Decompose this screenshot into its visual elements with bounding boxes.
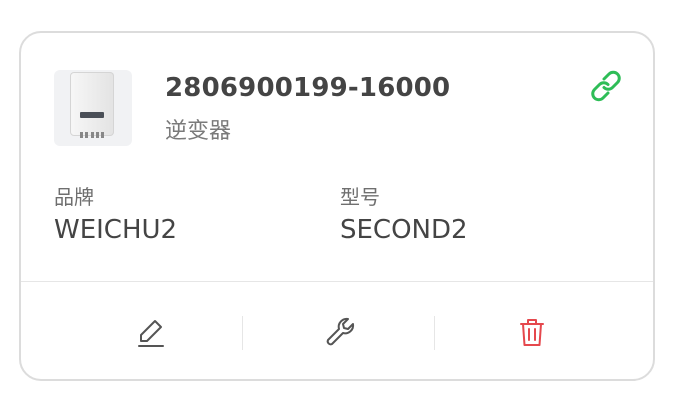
device-thumbnail xyxy=(54,70,132,146)
delete-button[interactable] xyxy=(512,313,552,353)
edit-icon xyxy=(138,320,164,347)
model-value: SECOND2 xyxy=(340,215,468,245)
device-serial: 2806900199-16000 xyxy=(165,73,451,103)
inverter-image xyxy=(70,72,114,138)
action-separator xyxy=(434,316,435,350)
brand-value: WEICHU2 xyxy=(54,215,178,245)
settings-button[interactable] xyxy=(321,313,361,353)
brand-label: 品牌 xyxy=(54,185,94,209)
card-divider xyxy=(21,281,653,282)
trash-icon xyxy=(520,319,544,346)
edit-button[interactable] xyxy=(131,313,171,353)
device-type: 逆变器 xyxy=(165,119,232,144)
device-card: 2806900199-16000 逆变器 品牌 WEICHU2 型号 SECON… xyxy=(19,31,655,381)
wrench-icon xyxy=(326,317,355,346)
model-label: 型号 xyxy=(340,185,380,209)
action-separator xyxy=(242,316,243,350)
link-icon[interactable] xyxy=(586,67,626,105)
